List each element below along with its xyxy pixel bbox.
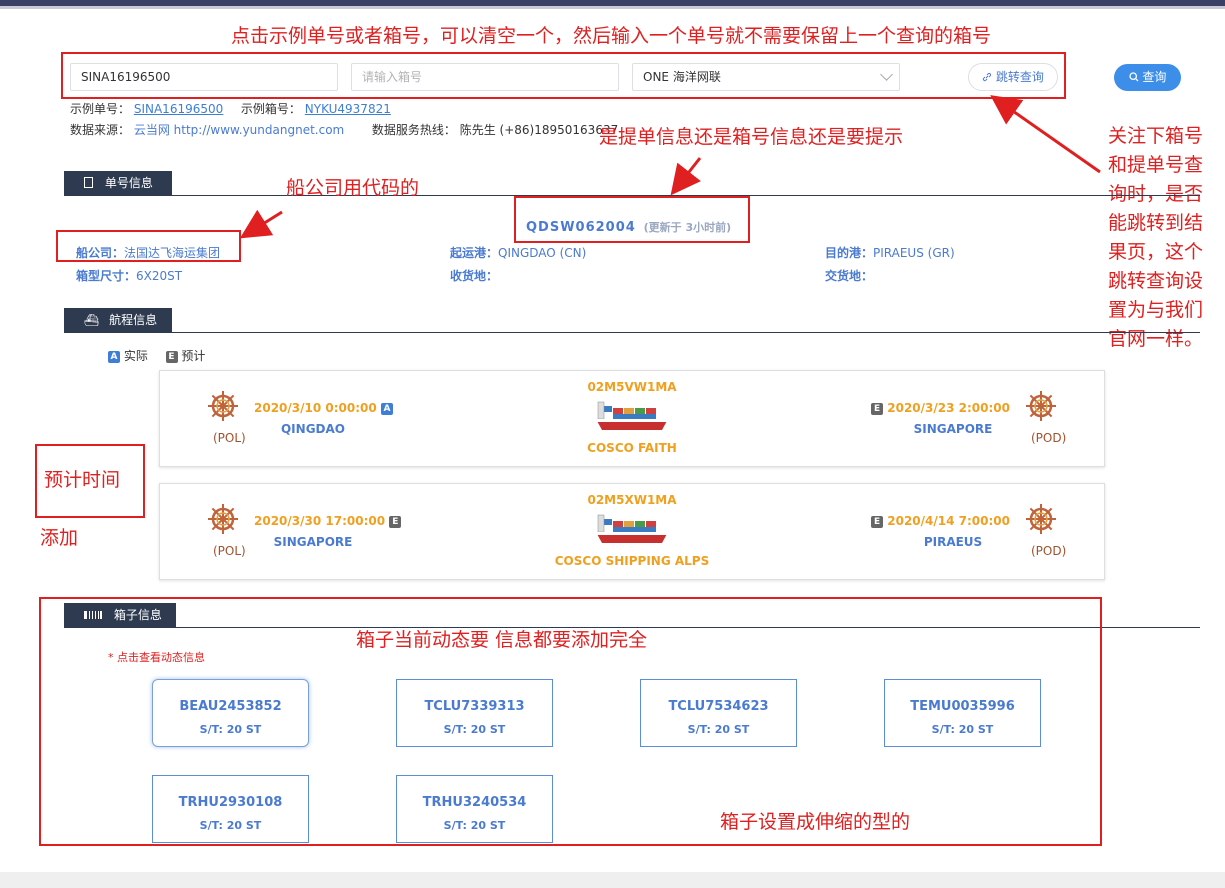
pod-field: 目的港：PIRAEUS (GR) [825, 244, 955, 261]
receipt-field: 收货地： [450, 267, 498, 284]
actual-badge-icon: A [108, 350, 120, 363]
delivery-field: 交货地： [825, 267, 873, 284]
pol-field: 起运港：QINGDAO (CN) [450, 244, 586, 261]
arrival-time: E 2020/3/23 2:00:00 [860, 401, 1010, 415]
departure-port: QINGDAO [280, 422, 345, 436]
pod-label: 目的港： [825, 246, 874, 260]
ship-wheel-icon [208, 504, 238, 534]
pod-role: (POD) [1031, 431, 1067, 445]
bottom-bar [0, 872, 1225, 888]
pol-role: (POL) [213, 431, 246, 445]
size-label: 箱型尺寸： [76, 269, 137, 283]
pod-role: (POD) [1031, 544, 1067, 558]
voyage-number: 02M5VW1MA [587, 380, 677, 394]
estimate-badge-icon: E [871, 402, 884, 415]
annotation-add: 添加 [40, 527, 79, 549]
section-divider-voyage [64, 332, 1200, 333]
section-tab-bill: 单号信息 [64, 171, 172, 195]
annotation-box-carrier [56, 230, 241, 262]
annotation-box-billno [514, 196, 750, 243]
size-field: 箱型尺寸：6X20ST [76, 267, 182, 284]
annotation-carrier-code: 船公司用代码的 [286, 177, 420, 199]
document-icon [84, 177, 93, 188]
pol-role: (POL) [213, 544, 246, 558]
estimate-badge-icon: E [871, 515, 884, 528]
section-title-bill: 单号信息 [104, 176, 153, 190]
ship-wheel-icon [208, 391, 238, 421]
pod-value: PIRAEUS (GR) [873, 246, 955, 260]
estimate-badge-icon: E [389, 515, 402, 528]
ship-icon: ⛴ [84, 313, 100, 327]
pol-value: QINGDAO (CN) [498, 246, 587, 260]
delivery-label: 交货地： [825, 269, 874, 283]
vessel-name: COSCO SHIPPING ALPS [554, 554, 710, 568]
size-value: 6X20ST [136, 269, 183, 283]
arrival-time: E 2020/4/14 7:00:00 [860, 514, 1010, 528]
vessel-name: COSCO FAITH [587, 441, 677, 455]
voyage-legend: A 实际 E 预计 [108, 347, 205, 364]
legend-actual: 实际 [123, 349, 148, 363]
departure-port: SINGAPORE [273, 535, 353, 549]
actual-badge-icon: A [380, 402, 393, 415]
annotation-box-containers [39, 597, 1102, 846]
departure-time: 2020/3/10 0:00:00 A [254, 401, 393, 415]
receipt-label: 收货地： [450, 269, 499, 283]
arrival-port: PIRAEUS [923, 535, 983, 549]
annotation-eta: 预计时间 [44, 469, 121, 491]
ship-wheel-icon [1026, 391, 1056, 421]
departure-time: 2020/3/30 17:00:00 E [254, 514, 402, 528]
pol-label: 起运港： [450, 246, 499, 260]
ship-wheel-icon [1026, 504, 1056, 534]
legend-estimate: 预计 [181, 349, 206, 363]
voyage-number: 02M5XW1MA [587, 493, 677, 507]
section-title-voyage: 航程信息 [109, 313, 158, 327]
arrival-port: SINGAPORE [913, 422, 993, 436]
section-tab-voyage: ⛴ 航程信息 [64, 308, 172, 332]
cargo-ship-icon [596, 401, 668, 430]
estimate-badge-icon: E [165, 350, 178, 363]
cargo-ship-icon [596, 514, 668, 543]
